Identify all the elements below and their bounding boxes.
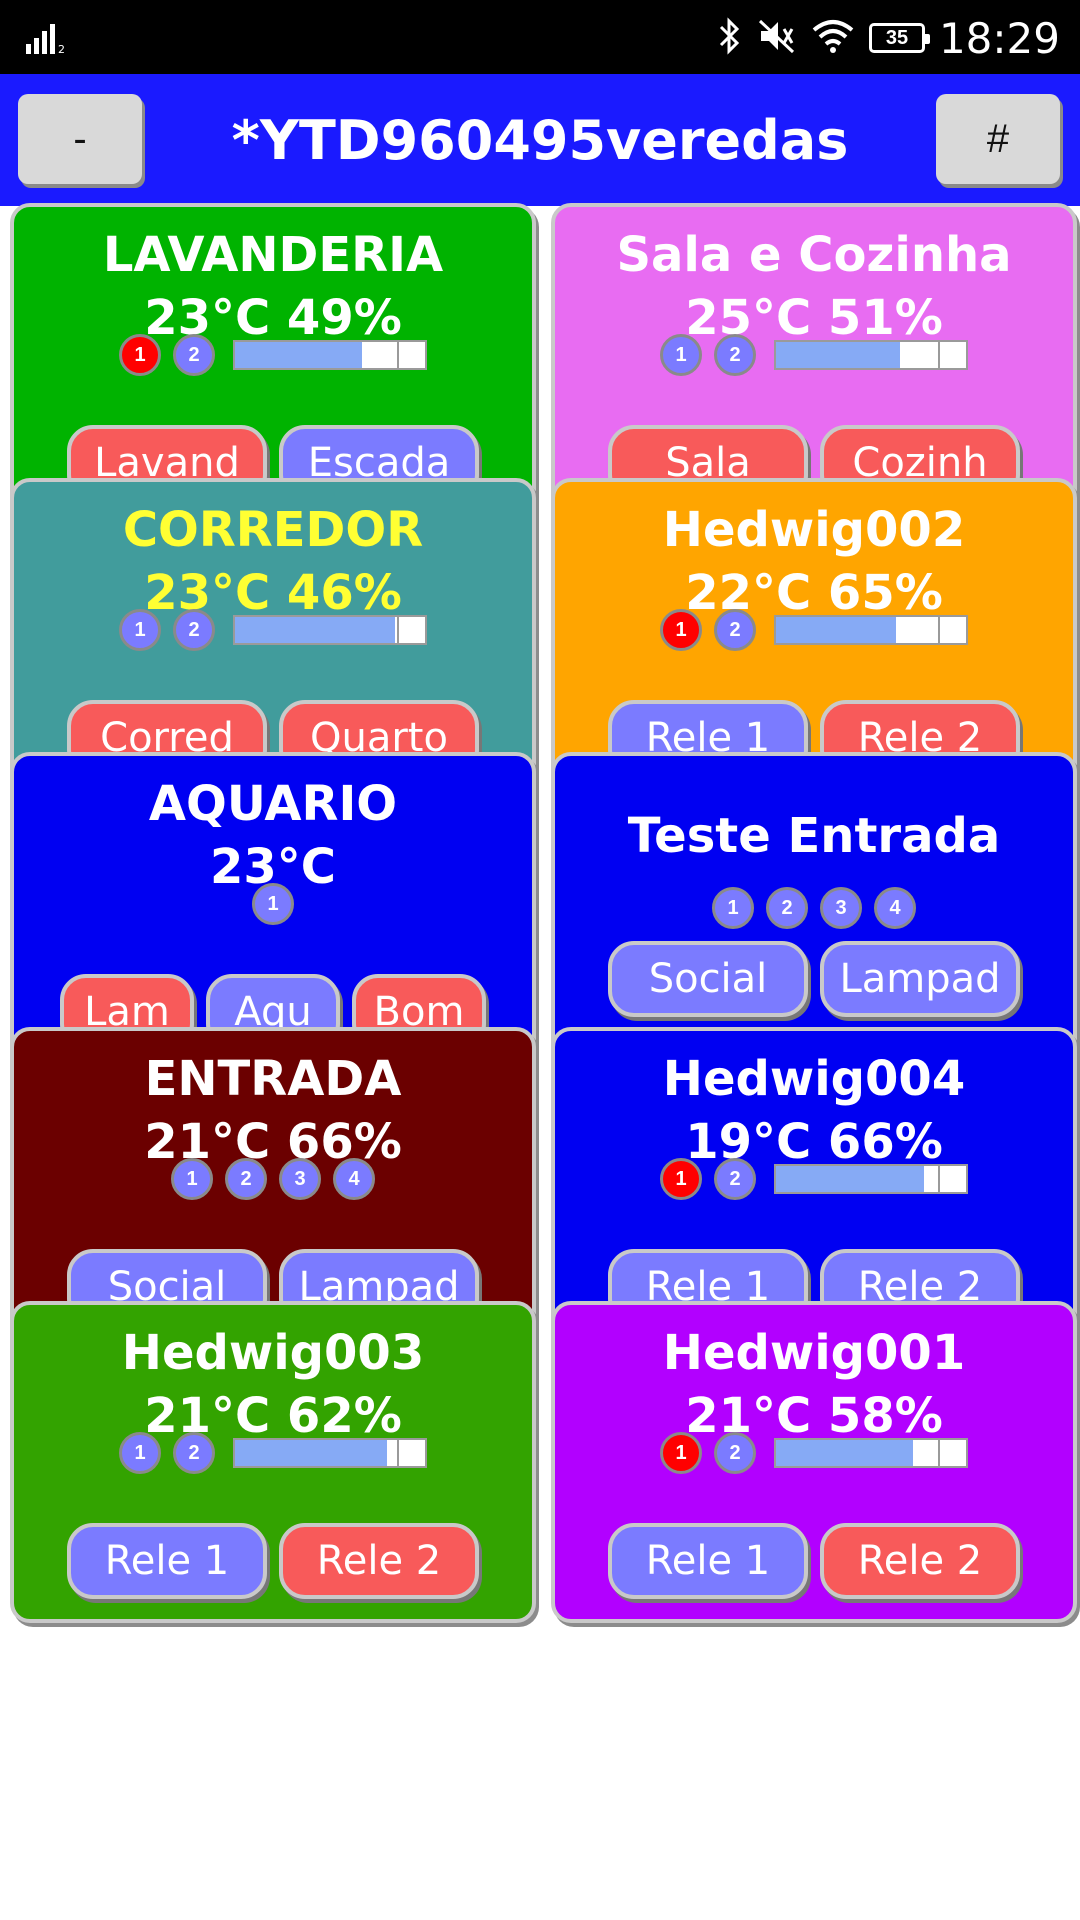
relay-indicator: 2 — [766, 887, 808, 929]
relay-indicator: 1 — [171, 1158, 213, 1200]
relay-indicator: 2 — [714, 609, 756, 651]
relay-toggle-button[interactable]: Rele 1 — [608, 1523, 808, 1599]
relay-indicator: 1 — [119, 1432, 161, 1474]
relay-indicator: 2 — [225, 1158, 267, 1200]
relay-indicator: 4 — [333, 1158, 375, 1200]
level-bar-fill — [776, 1166, 925, 1192]
action-buttons: Social Lampad — [555, 941, 1073, 1017]
level-bar — [233, 340, 427, 370]
device-card: Sala e Cozinha 25°C 51% 1 2 Sala Cozinh — [551, 203, 1077, 525]
level-bar-fill — [776, 342, 900, 368]
relay-indicator: 2 — [714, 1158, 756, 1200]
relay-indicator: 2 — [173, 1432, 215, 1474]
level-bar-tick — [396, 617, 399, 643]
relay-indicators: 1 — [14, 878, 532, 930]
wifi-icon — [811, 17, 855, 60]
relay-indicators: 12 — [555, 1427, 1073, 1479]
device-name: ENTRADA — [144, 1051, 402, 1107]
relay-indicator: 3 — [279, 1158, 321, 1200]
level-bar-tick — [396, 1440, 399, 1466]
relay-indicator: 1 — [660, 1158, 702, 1200]
relay-indicator: 1 — [712, 887, 754, 929]
device-name: Hedwig004 — [662, 1051, 966, 1107]
level-bar-fill — [776, 1440, 913, 1466]
relay-toggle-button[interactable]: Rele 2 — [279, 1523, 479, 1599]
relay-indicators: 12 — [555, 1153, 1073, 1205]
device-name: CORREDOR — [122, 502, 424, 558]
level-bar-fill — [235, 342, 363, 368]
level-bar-tick — [937, 617, 940, 643]
level-bar — [774, 340, 968, 370]
relay-toggle-button[interactable]: Rele 2 — [820, 1523, 1020, 1599]
relay-indicators: 12 — [555, 329, 1073, 381]
device-name: AQUARIO — [148, 776, 398, 832]
device-card: AQUARIO 23°C 1 Lam Aqu Bom — [10, 752, 536, 1074]
level-bar-fill — [235, 1440, 387, 1466]
bluetooth-icon — [715, 16, 743, 61]
level-bar-tick — [937, 342, 940, 368]
relay-indicator: 1 — [660, 334, 702, 376]
relay-indicator: 1 — [119, 334, 161, 376]
relay-indicator: 1 — [660, 1432, 702, 1474]
device-card: Hedwig003 21°C 62% 1 2 Rele 1 Rele 2 — [10, 1301, 536, 1623]
relay-toggle-button[interactable]: Rele 1 — [67, 1523, 267, 1599]
device-name: Hedwig002 — [662, 502, 966, 558]
relay-toggle-button[interactable]: Lampad — [820, 941, 1020, 1017]
action-buttons: Rele 1 Rele 2 — [14, 1523, 532, 1599]
level-bar-tick — [937, 1166, 940, 1192]
relay-indicators: 12 — [14, 329, 532, 381]
app-header: - *YTD960495veredas # — [0, 74, 1080, 206]
svg-text:2: 2 — [58, 43, 65, 54]
mute-icon — [757, 16, 797, 61]
relay-indicator: 2 — [714, 1432, 756, 1474]
relay-toggle-button[interactable]: Social — [608, 941, 808, 1017]
device-name: Hedwig003 — [121, 1325, 425, 1381]
level-bar-fill — [776, 617, 896, 643]
hash-button[interactable]: # — [936, 94, 1060, 184]
level-bar — [774, 1164, 968, 1194]
level-bar — [774, 615, 968, 645]
relay-indicators: 12 — [14, 1427, 532, 1479]
relay-indicator: 2 — [173, 609, 215, 651]
clock: 18:29 — [938, 13, 1060, 63]
relay-indicator: 1 — [119, 609, 161, 651]
relay-indicators: 1234 — [555, 882, 1073, 934]
battery-icon: 35 — [868, 23, 930, 53]
level-bar-tick — [396, 342, 399, 368]
device-card: Teste Entrada 1 2 3 4 Social Lampad — [551, 752, 1077, 1074]
action-buttons: Rele 1 Rele 2 — [555, 1523, 1073, 1599]
device-name: Hedwig001 — [662, 1325, 966, 1381]
signal-bars-icon: 2 — [26, 22, 66, 59]
level-bar-fill — [235, 617, 395, 643]
device-title: *YTD960495veredas — [231, 108, 849, 172]
relay-indicators: 1234 — [14, 1153, 532, 1205]
device-card: LAVANDERIA 23°C 49% 1 2 Lavand Escada — [10, 203, 536, 525]
level-bar — [233, 615, 427, 645]
device-name: LAVANDERIA — [102, 227, 444, 283]
device-name: Sala e Cozinha — [616, 227, 1012, 283]
relay-indicator: 4 — [874, 887, 916, 929]
relay-indicator: 2 — [714, 334, 756, 376]
relay-indicator: 2 — [173, 334, 215, 376]
relay-indicator: 1 — [252, 883, 294, 925]
relay-indicators: 12 — [555, 604, 1073, 656]
relay-indicator: 1 — [660, 609, 702, 651]
device-name: Teste Entrada — [627, 808, 1001, 864]
device-card: Hedwig001 21°C 58% 1 2 Rele 1 Rele 2 — [551, 1301, 1077, 1623]
status-bar: 2 35 18:29 — [0, 0, 1080, 74]
minus-button[interactable]: - — [18, 94, 142, 184]
level-bar — [774, 1438, 968, 1468]
level-bar-tick — [937, 1440, 940, 1466]
relay-indicator: 3 — [820, 887, 862, 929]
level-bar — [233, 1438, 427, 1468]
relay-indicators: 12 — [14, 604, 532, 656]
